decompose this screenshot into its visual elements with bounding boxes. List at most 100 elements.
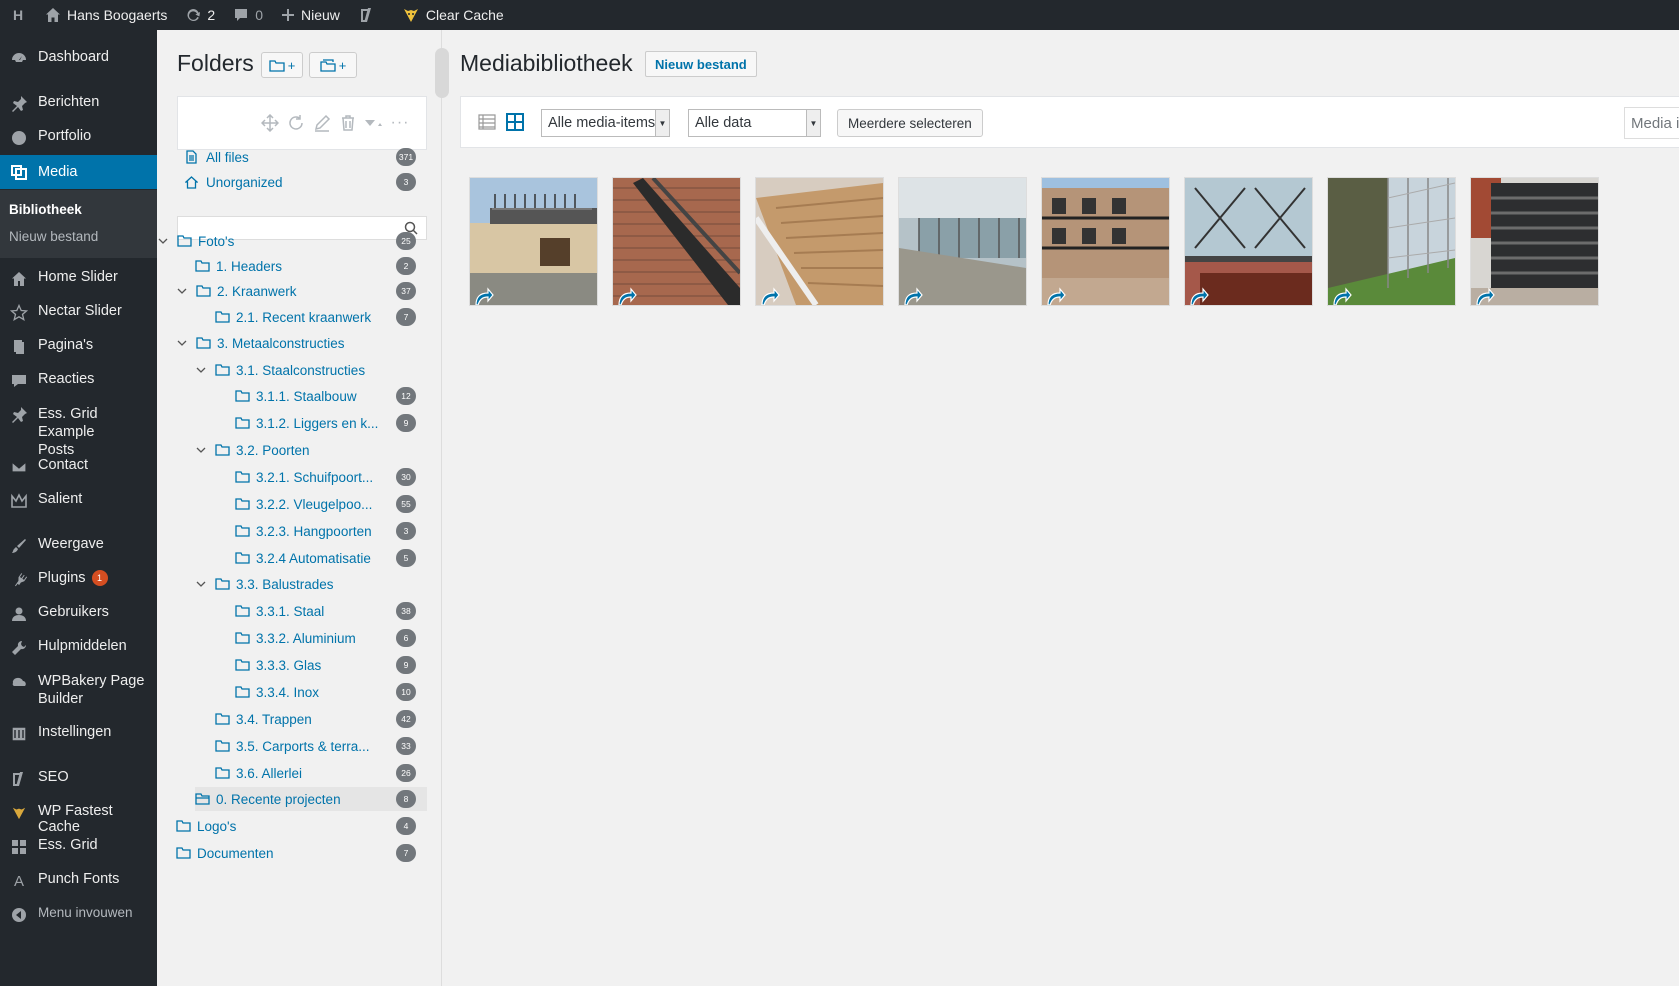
star-icon bbox=[9, 303, 29, 323]
folder-item[interactable]: 3.6. Allerlei bbox=[215, 761, 302, 785]
media-thumbnail[interactable] bbox=[470, 178, 597, 305]
folder-item[interactable]: 3.2.1. Schuifpoort... bbox=[235, 465, 373, 489]
folder-item[interactable]: 3.1. Staalconstructies bbox=[195, 358, 365, 382]
wordpress-logo-icon[interactable]: H bbox=[0, 0, 36, 30]
folder-item[interactable]: 3.5. Carports & terra... bbox=[215, 734, 370, 758]
menu-ess-grid-posts[interactable]: Ess. Grid Example Posts bbox=[0, 405, 157, 459]
date-filter[interactable]: Alle data ▼ bbox=[688, 109, 821, 137]
menu-label: Punch Fonts bbox=[38, 871, 120, 887]
menu-wpbakery[interactable]: WPBakery Page Builder bbox=[0, 672, 157, 708]
media-thumbnail[interactable] bbox=[613, 178, 740, 305]
menu-label: WPBakery Page Builder bbox=[38, 672, 144, 708]
menu-paginas[interactable]: Pagina's bbox=[0, 337, 157, 357]
folder-item[interactable]: 3.4. Trappen bbox=[215, 707, 312, 731]
grid-view-icon[interactable] bbox=[505, 112, 525, 132]
move-icon[interactable] bbox=[260, 113, 280, 133]
folder-item[interactable]: 3.2.2. Vleugelpoo... bbox=[235, 492, 372, 516]
all-files-item[interactable]: All files bbox=[185, 145, 249, 169]
trash-icon[interactable] bbox=[338, 113, 358, 133]
yoast-icon bbox=[360, 8, 371, 22]
menu-punch-fonts[interactable]: A Punch Fonts bbox=[0, 871, 157, 891]
folder-item[interactable]: 3.2.4 Automatisatie bbox=[235, 546, 371, 570]
menu-reacties[interactable]: Reacties bbox=[0, 371, 157, 391]
new-content-link[interactable]: Nieuw bbox=[272, 0, 349, 30]
edit-icon[interactable] bbox=[312, 113, 332, 133]
chevron-down-icon[interactable] bbox=[176, 337, 188, 349]
folder-item[interactable]: 2. Kraanwerk bbox=[176, 279, 297, 303]
menu-contact[interactable]: Contact bbox=[0, 457, 157, 477]
menu-gebruikers[interactable]: Gebruikers bbox=[0, 604, 157, 624]
count-badge: 7 bbox=[396, 844, 416, 862]
menu-salient[interactable]: Salient bbox=[0, 491, 157, 511]
folder-item[interactable]: Foto's bbox=[157, 229, 234, 253]
site-name-link[interactable]: Hans Boogaerts bbox=[36, 0, 176, 30]
chevron-down-icon[interactable] bbox=[176, 285, 188, 297]
new-file-button[interactable]: Nieuw bestand bbox=[645, 51, 757, 77]
menu-home-slider[interactable]: Home Slider bbox=[0, 269, 157, 289]
folder-item[interactable]: 3. Metaalconstructies bbox=[176, 331, 345, 355]
count-badge: 2 bbox=[396, 257, 416, 275]
folder-item[interactable]: Logo's bbox=[176, 814, 236, 838]
add-folder-button[interactable]: + bbox=[261, 52, 303, 78]
menu-dashboard[interactable]: Dashboard bbox=[0, 49, 157, 69]
chevron-down-icon[interactable] bbox=[195, 444, 207, 456]
folder-item-selected[interactable]: 0. Recente projecten bbox=[195, 787, 427, 811]
more-options-icon[interactable]: ··· bbox=[390, 113, 410, 133]
add-gallery-button[interactable]: + bbox=[309, 52, 357, 78]
count-badge: 26 bbox=[396, 764, 416, 782]
sort-icon[interactable] bbox=[364, 113, 384, 133]
folder-item[interactable]: 1. Headers bbox=[195, 254, 282, 278]
media-thumbnail[interactable] bbox=[756, 178, 883, 305]
folder-item[interactable]: 3.3.2. Aluminium bbox=[235, 626, 356, 650]
submenu-nieuw-bestand[interactable]: Nieuw bestand bbox=[9, 229, 98, 244]
menu-nectar-slider[interactable]: Nectar Slider bbox=[0, 303, 157, 323]
menu-instellingen[interactable]: Instellingen bbox=[0, 724, 157, 744]
list-view-icon[interactable] bbox=[477, 112, 497, 132]
folder-item[interactable]: 3.3. Balustrades bbox=[195, 572, 334, 596]
media-type-filter[interactable]: Alle media-items ▼ bbox=[541, 109, 670, 137]
bulk-select-button[interactable]: Meerdere selecteren bbox=[837, 109, 983, 137]
media-thumbnail[interactable] bbox=[1471, 178, 1598, 305]
folder-item[interactable]: 3.2. Poorten bbox=[195, 438, 310, 462]
folder-label: 3.1. Staalconstructies bbox=[236, 362, 366, 378]
folder-item[interactable]: 3.3.1. Staal bbox=[235, 599, 324, 623]
media-thumbnail[interactable] bbox=[899, 178, 1026, 305]
unorganized-item[interactable]: Unorganized bbox=[185, 170, 283, 194]
folder-label: 2. Kraanwerk bbox=[217, 283, 297, 299]
chevron-down-icon[interactable] bbox=[157, 235, 169, 247]
folder-item[interactable]: Documenten bbox=[176, 841, 274, 865]
plus-icon bbox=[282, 9, 294, 21]
menu-plugins[interactable]: Plugins 1 bbox=[0, 570, 157, 590]
comments-link[interactable]: 0 bbox=[224, 0, 272, 30]
media-search-input[interactable]: Media items zoeken bbox=[1624, 107, 1679, 139]
folder-item[interactable]: 3.2.3. Hangpoorten bbox=[235, 519, 372, 543]
media-thumbnail[interactable] bbox=[1328, 178, 1455, 305]
media-thumbnail[interactable] bbox=[1042, 178, 1169, 305]
chevron-down-icon[interactable] bbox=[195, 578, 207, 590]
media-thumbnail[interactable] bbox=[1185, 178, 1312, 305]
media-icon bbox=[9, 162, 29, 182]
chevron-down-icon[interactable] bbox=[195, 364, 207, 376]
folder-item[interactable]: 3.3.3. Glas bbox=[235, 653, 321, 677]
updates-link[interactable]: 2 bbox=[176, 0, 224, 30]
menu-collapse[interactable]: Menu invouwen bbox=[0, 905, 157, 925]
folder-icon bbox=[235, 605, 250, 618]
folder-item[interactable]: 2.1. Recent kraanwerk bbox=[215, 305, 371, 329]
yoast-seo-menu[interactable] bbox=[349, 0, 385, 30]
menu-ess-grid[interactable]: Ess. Grid bbox=[0, 837, 157, 857]
clear-cache-link[interactable]: Clear Cache bbox=[393, 0, 513, 30]
menu-berichten[interactable]: Berichten bbox=[0, 94, 157, 114]
folder-item[interactable]: 3.1.2. Liggers en k... bbox=[235, 411, 378, 435]
menu-label: Home Slider bbox=[38, 269, 118, 285]
menu-portfolio[interactable]: Portfolio bbox=[0, 128, 157, 148]
menu-media[interactable]: Media bbox=[0, 155, 157, 189]
folder-icon bbox=[215, 364, 230, 377]
menu-weergave[interactable]: Weergave bbox=[0, 536, 157, 556]
folder-item[interactable]: 3.3.4. Inox bbox=[235, 680, 319, 704]
menu-hulpmiddelen[interactable]: Hulpmiddelen bbox=[0, 638, 157, 658]
menu-wp-fastest-cache[interactable]: WP Fastest Cache bbox=[0, 803, 157, 835]
folder-item[interactable]: 3.1.1. Staalbouw bbox=[235, 384, 357, 408]
menu-seo[interactable]: SEO bbox=[0, 769, 157, 789]
refresh-icon[interactable] bbox=[286, 113, 306, 133]
submenu-bibliotheek[interactable]: Bibliotheek bbox=[9, 202, 82, 217]
